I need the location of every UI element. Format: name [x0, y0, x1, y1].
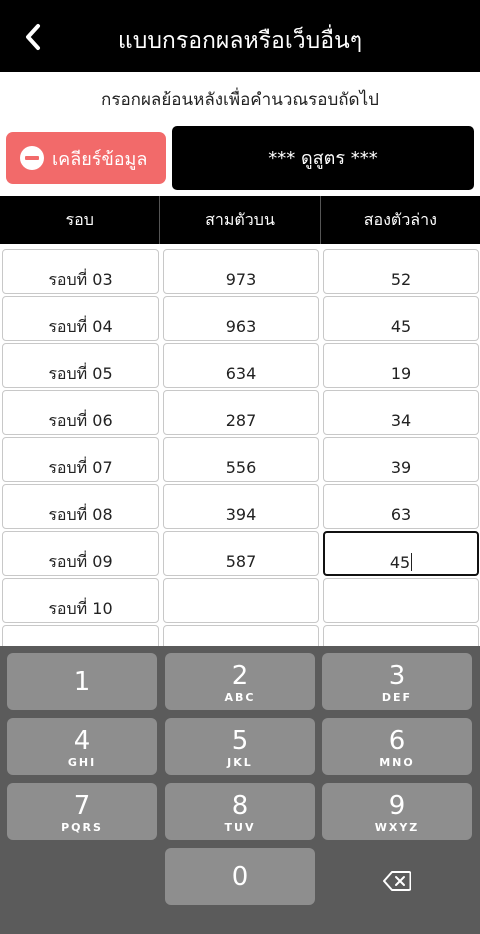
- key-8[interactable]: 8 TUV: [165, 783, 315, 840]
- key-digit: 2: [231, 661, 249, 691]
- bottom2-input[interactable]: 52: [323, 249, 479, 294]
- top3-input[interactable]: 973: [163, 249, 319, 294]
- top3-input[interactable]: [163, 578, 319, 623]
- bottom2-input[interactable]: 45: [323, 296, 479, 341]
- key-9[interactable]: 9 WXYZ: [322, 783, 472, 840]
- key-4[interactable]: 4 GHI: [7, 718, 157, 775]
- bottom2-input[interactable]: [323, 578, 479, 623]
- key-letters: JKL: [227, 756, 253, 769]
- key-digit: 4: [73, 726, 91, 756]
- key-digit: 3: [388, 661, 406, 691]
- round-label: รอบที่ 08: [2, 484, 159, 529]
- clear-data-button[interactable]: เคลียร์ข้อมูล: [6, 132, 166, 184]
- top3-input[interactable]: 556: [163, 437, 319, 482]
- round-label: รอบที่ 04: [2, 296, 159, 341]
- key-digit: 9: [388, 791, 406, 821]
- key-letters: WXYZ: [374, 821, 420, 834]
- key-digit: 0: [231, 862, 249, 892]
- top3-input[interactable]: 587: [163, 531, 319, 576]
- key-3[interactable]: 3 DEF: [322, 653, 472, 710]
- page-subtitle: กรอกผลย้อนหลังเพื่อคำนวณรอบถัดไป: [101, 90, 379, 110]
- view-formula-button[interactable]: *** ดูสูตร ***: [172, 126, 474, 190]
- round-label: รอบที่ 10: [2, 578, 159, 623]
- round-label: รอบที่ 06: [2, 390, 159, 435]
- bottom2-input[interactable]: 19: [323, 343, 479, 388]
- key-letters: ABC: [224, 691, 256, 704]
- table-row: รอบที่ 08 394 63: [0, 483, 480, 530]
- key-7[interactable]: 7 PQRS: [7, 783, 157, 840]
- table-row: รอบที่ 03 973 52: [0, 248, 480, 295]
- round-label: รอบที่ 09: [2, 531, 159, 576]
- table-header: รอบ สามตัวบน สองตัวล่าง: [0, 196, 480, 244]
- text-caret: [411, 553, 413, 571]
- round-label: รอบที่ 07: [2, 437, 159, 482]
- table-row: รอบที่ 05 634 19: [0, 342, 480, 389]
- key-letters: MNO: [379, 756, 415, 769]
- page-title: แบบกรอกผลหรือเว็บอื่นๆ: [117, 28, 363, 54]
- key-6[interactable]: 6 MNO: [322, 718, 472, 775]
- column-header-top3: สามตัวบน: [160, 196, 321, 244]
- backspace-icon: [383, 870, 411, 891]
- numeric-keypad: 1 2 ABC 3 DEF 4 GHI 5 JKL 6 MNO 7 PQRS 8…: [0, 646, 480, 934]
- key-1[interactable]: 1: [7, 653, 157, 710]
- key-digit: 6: [388, 726, 406, 756]
- table-row: รอบที่ 04 963 45: [0, 295, 480, 342]
- key-5[interactable]: 5 JKL: [165, 718, 315, 775]
- top3-input[interactable]: 287: [163, 390, 319, 435]
- back-button[interactable]: [16, 20, 50, 54]
- key-letters: TUV: [224, 821, 256, 834]
- bottom2-value: 45: [389, 553, 411, 572]
- top3-input[interactable]: 394: [163, 484, 319, 529]
- top3-input[interactable]: 963: [163, 296, 319, 341]
- round-label: รอบที่ 05: [2, 343, 159, 388]
- key-letters: GHI: [67, 756, 97, 769]
- key-digit: 8: [231, 791, 249, 821]
- bottom2-input[interactable]: 39: [323, 437, 479, 482]
- key-digit: 5: [231, 726, 249, 756]
- column-header-round: รอบ: [0, 196, 161, 244]
- top3-input[interactable]: 634: [163, 343, 319, 388]
- backspace-key[interactable]: [322, 852, 472, 909]
- round-label: รอบที่ 03: [2, 249, 159, 294]
- key-letters: PQRS: [61, 821, 103, 834]
- table-row: รอบที่ 06 287 34: [0, 389, 480, 436]
- key-digit: 7: [73, 791, 91, 821]
- column-header-bottom2: สองตัวล่าง: [363, 210, 437, 229]
- bottom2-input-focused[interactable]: 45: [323, 531, 479, 576]
- table-row: รอบที่ 07 556 39: [0, 436, 480, 483]
- key-2[interactable]: 2 ABC: [165, 653, 315, 710]
- app-header: แบบกรอกผลหรือเว็บอื่นๆ: [0, 0, 480, 72]
- chevron-left-icon: [26, 24, 40, 50]
- results-table: รอบที่ 03 973 52 รอบที่ 04 963 45 รอบที่…: [0, 248, 480, 671]
- clear-data-label: เคลียร์ข้อมูล: [52, 148, 148, 170]
- minus-circle-icon: [20, 146, 44, 170]
- key-letters: DEF: [381, 691, 413, 704]
- bottom2-input[interactable]: 63: [323, 484, 479, 529]
- key-digit: 1: [73, 667, 91, 697]
- bottom2-input[interactable]: 34: [323, 390, 479, 435]
- table-row: รอบที่ 09 587 45: [0, 530, 480, 577]
- table-row: รอบที่ 10: [0, 577, 480, 624]
- key-0[interactable]: 0: [165, 848, 315, 905]
